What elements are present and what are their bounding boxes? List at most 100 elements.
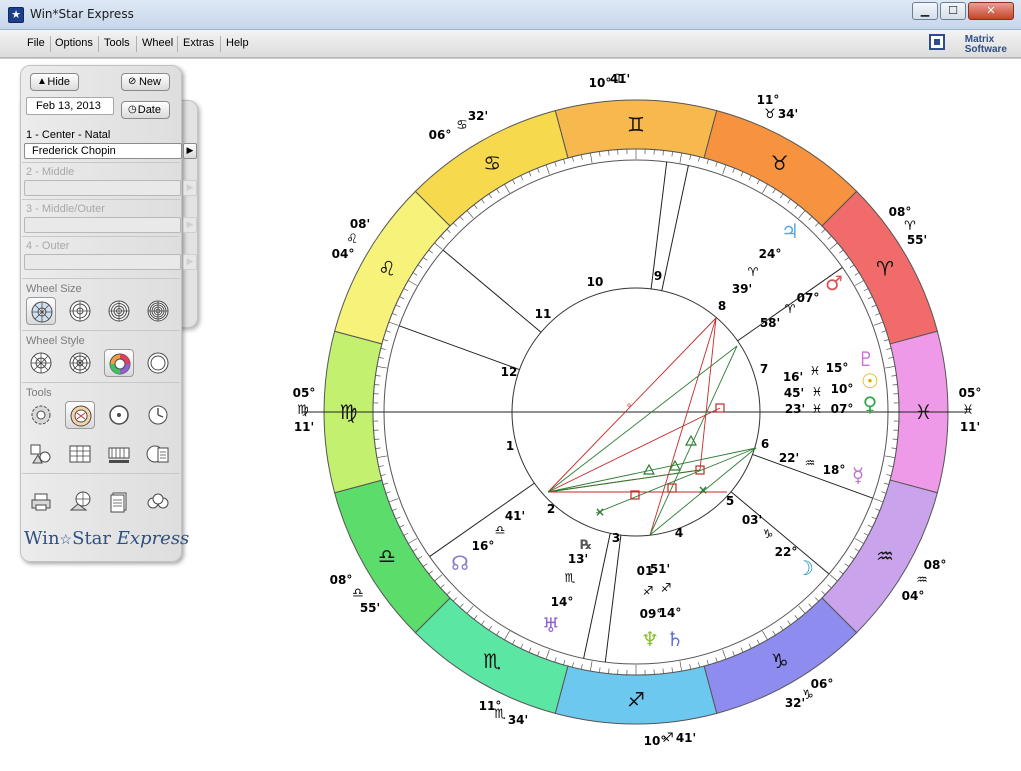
planet-minutes: 01 [637, 564, 654, 578]
planet-glyph-icon: ☉ [861, 369, 879, 393]
planet-glyph-icon: ♄ [666, 627, 684, 651]
cusp-minutes: 11' [294, 420, 314, 434]
cusp-degree: 08° [889, 205, 912, 219]
planet-degree: 14° [551, 595, 574, 609]
cusp-sign-glyph: ♏ [494, 707, 506, 722]
cusp-minutes: 04° [902, 589, 925, 603]
cusp-minutes: 34' [508, 713, 528, 727]
cusp-sign-glyph: ♓ [962, 403, 974, 418]
planet-glyph-icon: ♇ [857, 347, 875, 371]
sign-glyph: ♐ [627, 688, 645, 712]
planet-sign-glyph: ♓ [812, 402, 823, 416]
planet-glyph-icon: ♅ [542, 613, 560, 637]
cusp-sign-glyph: ♌ [346, 232, 358, 247]
planet-degree: 07° [831, 402, 854, 416]
retrograde-icon: ℞ [580, 538, 592, 553]
cusp-sign-glyph: ♍ [297, 403, 309, 418]
cusp-minutes: 41' [676, 731, 696, 745]
cusp-sign-glyph: ♐ [662, 731, 674, 746]
house-number: 6 [761, 437, 769, 451]
planet-degree: 22° [775, 545, 798, 559]
sign-glyph: ♌ [378, 256, 396, 280]
cusp-degree: 08° [330, 573, 353, 587]
planet-glyph-icon: ♆ [641, 627, 659, 651]
astrology-wheel[interactable]: ♊♉♈♓♒♑♐♏♎♍♌♋123 45678910111210° ♊41'11°♉ 34… [0, 0, 1021, 771]
sextile-aspect-icon: × [698, 483, 708, 497]
planet-sign-glyph: ♓ [812, 385, 823, 399]
planet-minutes: 41' [505, 509, 525, 523]
planet-minutes: 22' [779, 451, 799, 465]
cusp-minutes: 34' [778, 107, 798, 121]
cusp-minutes: 55' [907, 233, 927, 247]
sign-glyph: ♈ [876, 256, 894, 280]
planet-degree: 07° [797, 291, 820, 305]
sign-glyph: ♑ [771, 649, 789, 673]
sign-glyph: ♊ [627, 113, 645, 137]
house-number: 5 [726, 494, 734, 508]
cusp-degree: 06° [429, 128, 452, 142]
planet-sign-glyph: ♒ [805, 456, 816, 470]
planet-sign-glyph: ♐ [643, 584, 654, 598]
planet-glyph-icon: ♃ [781, 219, 799, 243]
planet-minutes: 03' [742, 513, 762, 527]
planet-sign-glyph: ♑ [763, 527, 774, 541]
cusp-sign-glyph: ♒ [916, 573, 928, 588]
cusp-degree: 05° [293, 386, 316, 400]
planet-glyph-icon: ☿ [852, 463, 864, 487]
sign-glyph: ♏ [483, 649, 501, 673]
planet-glyph-icon: ♀ [863, 392, 878, 416]
house-number: 10 [587, 275, 604, 289]
house-number: 1 [506, 439, 514, 453]
cusp-sign-glyph: ♈ [904, 219, 916, 234]
planet-minutes: 39' [732, 282, 752, 296]
planet-minutes: 58' [760, 316, 780, 330]
planet-sign-glyph: ♏ [565, 571, 576, 585]
cusp-minutes: 41' [610, 72, 630, 86]
sign-glyph: ♒ [876, 544, 894, 568]
planet-minutes: 13' [568, 552, 588, 566]
cusp-sign-glyph: ♋ [456, 118, 468, 133]
house-number: 7 [760, 362, 768, 376]
planet-glyph-icon: ☊ [451, 551, 469, 575]
house-number: 12 [501, 365, 518, 379]
planet-degree: 09° [640, 607, 663, 621]
house-number: 8 [718, 299, 726, 313]
house-number: 3 [612, 531, 620, 545]
house-number: 2 [547, 502, 555, 516]
house-number: 11 [535, 307, 552, 321]
cusp-degree: 06° [811, 677, 834, 691]
cusp-sign-glyph: ♉ [764, 107, 776, 122]
cusp-degree: 08° [924, 558, 947, 572]
planet-degree: 18° [823, 463, 846, 477]
sign-glyph: ♋ [483, 151, 501, 175]
cusp-minutes: 04° [332, 247, 355, 261]
planet-degree: 10° [831, 382, 854, 396]
cusp-degree: 08' [350, 217, 370, 231]
cusp-degree: 10° [589, 76, 612, 90]
part-of-fortune-icon: ° [627, 403, 632, 414]
planet-degree: 24° [759, 247, 782, 261]
planet-glyph-icon: ☽ [796, 556, 814, 580]
house-number: 4 [675, 526, 683, 540]
cusp-minutes: 32' [468, 109, 488, 123]
sign-glyph: ♎ [378, 544, 396, 568]
planet-glyph-icon: ♂ [825, 271, 843, 295]
cusp-minutes: 32' [785, 696, 805, 710]
cusp-degree: 05° [959, 386, 982, 400]
cusp-sign-glyph: ♎ [352, 586, 364, 601]
planet-minutes: 16' [783, 370, 803, 384]
planet-sign-glyph: ♐ [661, 581, 672, 595]
sextile-aspect-icon: × [595, 505, 605, 519]
planet-sign-glyph: ♓ [810, 364, 821, 378]
planet-minutes: 45' [784, 386, 804, 400]
cusp-degree: 11° [757, 93, 780, 107]
planet-sign-glyph: ♈ [748, 265, 759, 279]
planet-degree: 15° [826, 361, 849, 375]
cusp-minutes: 11' [960, 420, 980, 434]
planet-minutes: 23' [785, 402, 805, 416]
planet-degree: 16° [472, 539, 495, 553]
cusp-minutes: 55' [360, 601, 380, 615]
planet-sign-glyph: ♈ [785, 302, 796, 316]
planet-sign-glyph: ♎ [495, 523, 506, 537]
sign-glyph: ♉ [771, 151, 789, 175]
